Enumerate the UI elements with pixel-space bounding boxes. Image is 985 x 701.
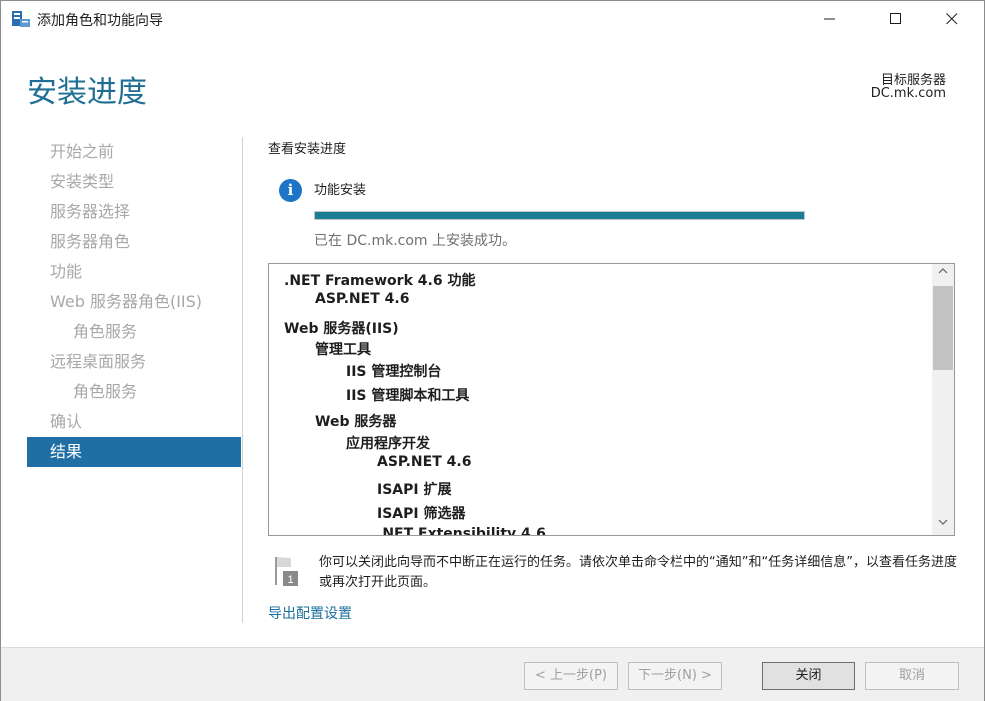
install-results-content: .NET Framework 4.6 功能 ASP.NET 4.6 Web 服务… xyxy=(269,264,931,535)
close-icon xyxy=(946,13,958,25)
wizard-nav: 开始之前 安装类型 服务器选择 服务器角色 功能 Web 服务器角色(IIS) … xyxy=(27,137,241,467)
nav-item-remote-desktop-services: 远程桌面服务 xyxy=(50,352,147,371)
list-item: ASP.NET 4.6 xyxy=(315,291,410,307)
maximize-button[interactable] xyxy=(873,1,919,37)
chevron-down-icon xyxy=(938,519,948,525)
scroll-down-button[interactable] xyxy=(932,515,954,535)
list-item: ISAPI 扩展 xyxy=(377,482,452,498)
wizard-window: 添加角色和功能向导 安装进度 目标服务器 DC.mk.com 开始之前 安装类型… xyxy=(0,0,985,701)
feature-install-label: 功能安装 xyxy=(314,183,367,198)
notification-flag-icon: 1 xyxy=(275,557,298,586)
list-item: Web 服务器(IIS) xyxy=(284,321,399,337)
nav-item-features: 功能 xyxy=(50,262,83,281)
nav-item-results[interactable]: 结果 xyxy=(27,437,241,467)
nav-item-before-you-begin: 开始之前 xyxy=(50,142,115,161)
list-item: 管理工具 xyxy=(315,342,371,358)
list-item: 应用程序开发 xyxy=(346,436,430,452)
nav-item-rds-role-services: 角色服务 xyxy=(73,382,138,401)
nav-item-iis-role-services: 角色服务 xyxy=(73,322,138,341)
nav-item-confirmation: 确认 xyxy=(50,412,83,431)
next-button[interactable]: 下一步(N) > xyxy=(628,662,722,690)
minimize-button[interactable] xyxy=(807,1,853,37)
list-item: ASP.NET 4.6 xyxy=(377,454,472,470)
install-results-list[interactable]: .NET Framework 4.6 功能 ASP.NET 4.6 Web 服务… xyxy=(268,263,955,536)
progress-fill xyxy=(315,212,804,219)
previous-button[interactable]: < 上一步(P) xyxy=(524,662,618,690)
background-task-note: 你可以关闭此向导而不中断正在运行的任务。请依次单击命令栏中的“通知”和“任务详细… xyxy=(319,555,957,590)
nav-item-installation-type: 安装类型 xyxy=(50,172,115,191)
cancel-button[interactable]: 取消 xyxy=(865,662,959,690)
nav-item-server-roles: 服务器角色 xyxy=(50,232,131,251)
scroll-up-button[interactable] xyxy=(932,264,954,284)
title-bar[interactable]: 添加角色和功能向导 xyxy=(1,1,984,37)
list-item: IIS 管理控制台 xyxy=(346,364,442,380)
minimize-icon xyxy=(824,18,835,20)
list-item: IIS 管理脚本和工具 xyxy=(346,388,470,404)
list-item: ISAPI 筛选器 xyxy=(377,506,466,522)
list-item: .NET Extensibility 4.6 xyxy=(377,526,546,535)
install-progress-bar xyxy=(314,211,805,220)
destination-server-name: DC.mk.com xyxy=(870,86,946,101)
chevron-up-icon xyxy=(938,268,948,274)
list-item: .NET Framework 4.6 功能 xyxy=(284,273,476,289)
maximize-icon xyxy=(890,13,901,24)
nav-divider xyxy=(242,137,243,623)
scroll-thumb[interactable] xyxy=(933,286,953,370)
nav-item-web-server-role: Web 服务器角色(IIS) xyxy=(50,292,203,311)
wizard-footer: < 上一步(P) 下一步(N) > 关闭 取消 xyxy=(1,647,984,701)
window-title: 添加角色和功能向导 xyxy=(37,13,163,29)
export-configuration-link[interactable]: 导出配置设置 xyxy=(268,603,352,623)
server-manager-icon xyxy=(12,11,30,27)
close-button[interactable]: 关闭 xyxy=(762,662,855,690)
list-item: Web 服务器 xyxy=(315,414,397,430)
list-scrollbar[interactable] xyxy=(932,264,954,535)
nav-item-server-selection: 服务器选择 xyxy=(50,202,131,221)
install-status-text: 已在 DC.mk.com 上安装成功。 xyxy=(314,233,517,249)
info-icon: i xyxy=(279,179,302,202)
notification-count: 1 xyxy=(287,574,293,586)
section-label: 查看安装进度 xyxy=(268,142,347,157)
close-window-button[interactable] xyxy=(929,1,975,37)
page-title: 安装进度 xyxy=(27,75,147,110)
